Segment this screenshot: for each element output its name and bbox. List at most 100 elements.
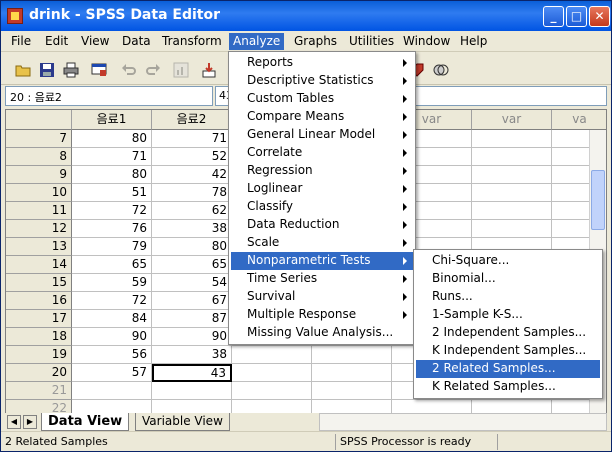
open-button[interactable] (11, 58, 33, 80)
menu-analyze[interactable]: Analyze (229, 33, 285, 50)
analyze-menu-item[interactable]: Reports (231, 54, 413, 72)
column-header-1[interactable]: 음료1 (72, 110, 152, 130)
row-header[interactable]: 12 (6, 220, 72, 238)
goto-chart-button[interactable] (169, 58, 191, 80)
table-cell[interactable]: 90 (72, 328, 152, 346)
analyze-menu-item[interactable]: Correlate (231, 144, 413, 162)
tab-data-view[interactable]: Data View (41, 413, 130, 431)
table-cell[interactable] (472, 148, 552, 166)
table-cell[interactable]: 67 (152, 292, 232, 310)
close-button[interactable]: ✕ (589, 6, 610, 27)
table-cell[interactable]: 65 (72, 256, 152, 274)
table-cell[interactable]: 80 (72, 130, 152, 148)
menu-data[interactable]: Data (118, 33, 155, 50)
row-header[interactable]: 21 (6, 382, 72, 400)
grid-corner[interactable] (6, 110, 72, 130)
table-cell[interactable]: 72 (72, 202, 152, 220)
table-cell[interactable] (472, 220, 552, 238)
table-cell[interactable] (472, 202, 552, 220)
use-sets-button[interactable] (429, 58, 451, 80)
vertical-scroll-thumb[interactable] (591, 170, 605, 230)
analyze-menu-item[interactable]: Missing Value Analysis... (231, 324, 413, 342)
table-cell[interactable]: 84 (72, 310, 152, 328)
tab-next-button[interactable]: ▶ (23, 415, 37, 429)
analyze-menu-item[interactable]: Regression (231, 162, 413, 180)
analyze-menu-item[interactable]: Loglinear (231, 180, 413, 198)
menu-view[interactable]: View (77, 33, 113, 50)
dialog-recall-button[interactable] (87, 58, 109, 80)
table-cell[interactable]: 72 (72, 292, 152, 310)
table-cell[interactable]: 76 (72, 220, 152, 238)
analyze-menu-item[interactable]: Multiple Response (231, 306, 413, 324)
analyze-menu-item[interactable]: Classify (231, 198, 413, 216)
table-cell[interactable]: 80 (72, 166, 152, 184)
analyze-menu-item[interactable]: Nonparametric Tests (231, 252, 413, 270)
undo-button[interactable] (117, 58, 139, 80)
table-cell[interactable]: 57 (72, 364, 152, 382)
analyze-menu-item[interactable]: Compare Means (231, 108, 413, 126)
table-cell[interactable] (472, 184, 552, 202)
row-header[interactable]: 17 (6, 310, 72, 328)
table-cell[interactable] (232, 364, 312, 382)
row-header[interactable]: 19 (6, 346, 72, 364)
column-header-6[interactable]: va (552, 110, 606, 130)
analyze-menu-item[interactable]: Custom Tables (231, 90, 413, 108)
save-button[interactable] (35, 58, 57, 80)
horizontal-scrollbar[interactable] (319, 413, 607, 431)
table-cell[interactable] (232, 346, 312, 364)
row-header[interactable]: 14 (6, 256, 72, 274)
menu-help[interactable]: Help (456, 33, 491, 50)
menu-utilities[interactable]: Utilities (345, 33, 398, 50)
table-cell[interactable]: 62 (152, 202, 232, 220)
nonparametric-menu-item[interactable]: K Independent Samples... (416, 342, 600, 360)
row-header[interactable]: 11 (6, 202, 72, 220)
table-cell[interactable]: 42 (152, 166, 232, 184)
table-cell[interactable] (312, 382, 392, 400)
table-cell[interactable] (472, 130, 552, 148)
row-header[interactable]: 7 (6, 130, 72, 148)
menu-file[interactable]: File (7, 33, 35, 50)
table-cell[interactable]: 54 (152, 274, 232, 292)
row-header[interactable]: 9 (6, 166, 72, 184)
row-header[interactable]: 8 (6, 148, 72, 166)
table-cell[interactable] (472, 166, 552, 184)
table-cell[interactable]: 78 (152, 184, 232, 202)
analyze-menu-item[interactable]: Data Reduction (231, 216, 413, 234)
redo-button[interactable] (141, 58, 163, 80)
table-cell[interactable]: 79 (72, 238, 152, 256)
table-cell[interactable]: 59 (72, 274, 152, 292)
table-cell[interactable] (72, 382, 152, 400)
table-cell[interactable]: 65 (152, 256, 232, 274)
menu-window[interactable]: Window (399, 33, 454, 50)
menu-edit[interactable]: Edit (41, 33, 72, 50)
nonparametric-menu-item[interactable]: 2 Related Samples... (416, 360, 600, 378)
row-header[interactable]: 20 (6, 364, 72, 382)
table-cell[interactable]: 52 (152, 148, 232, 166)
menu-transform[interactable]: Transform (158, 33, 226, 50)
nonparametric-menu-item[interactable]: 1-Sample K-S... (416, 306, 600, 324)
row-header[interactable]: 13 (6, 238, 72, 256)
table-cell[interactable]: 87 (152, 310, 232, 328)
row-header[interactable]: 15 (6, 274, 72, 292)
goto-case-button[interactable] (197, 58, 219, 80)
table-cell[interactable]: 38 (152, 346, 232, 364)
minimize-button[interactable]: _ (543, 6, 564, 27)
spss-app-icon[interactable] (7, 8, 23, 24)
table-cell[interactable]: 38 (152, 220, 232, 238)
table-cell[interactable]: 80 (152, 238, 232, 256)
table-cell[interactable] (312, 346, 392, 364)
analyze-menu-item[interactable]: Scale (231, 234, 413, 252)
table-cell[interactable]: 71 (152, 130, 232, 148)
table-cell[interactable]: 90 (152, 328, 232, 346)
nonparametric-menu-item[interactable]: K Related Samples... (416, 378, 600, 396)
row-header[interactable]: 18 (6, 328, 72, 346)
nonparametric-menu-item[interactable]: 2 Independent Samples... (416, 324, 600, 342)
nonparametric-menu-item[interactable]: Chi-Square... (416, 252, 600, 270)
selected-cell[interactable]: 43 (152, 364, 232, 382)
title-bar[interactable]: drink - SPSS Data Editor _ □ ✕ (1, 1, 611, 31)
row-header[interactable]: 10 (6, 184, 72, 202)
tab-prev-button[interactable]: ◀ (7, 415, 21, 429)
analyze-menu-item[interactable]: Descriptive Statistics (231, 72, 413, 90)
column-header-5[interactable]: var (472, 110, 552, 130)
print-button[interactable] (59, 58, 81, 80)
